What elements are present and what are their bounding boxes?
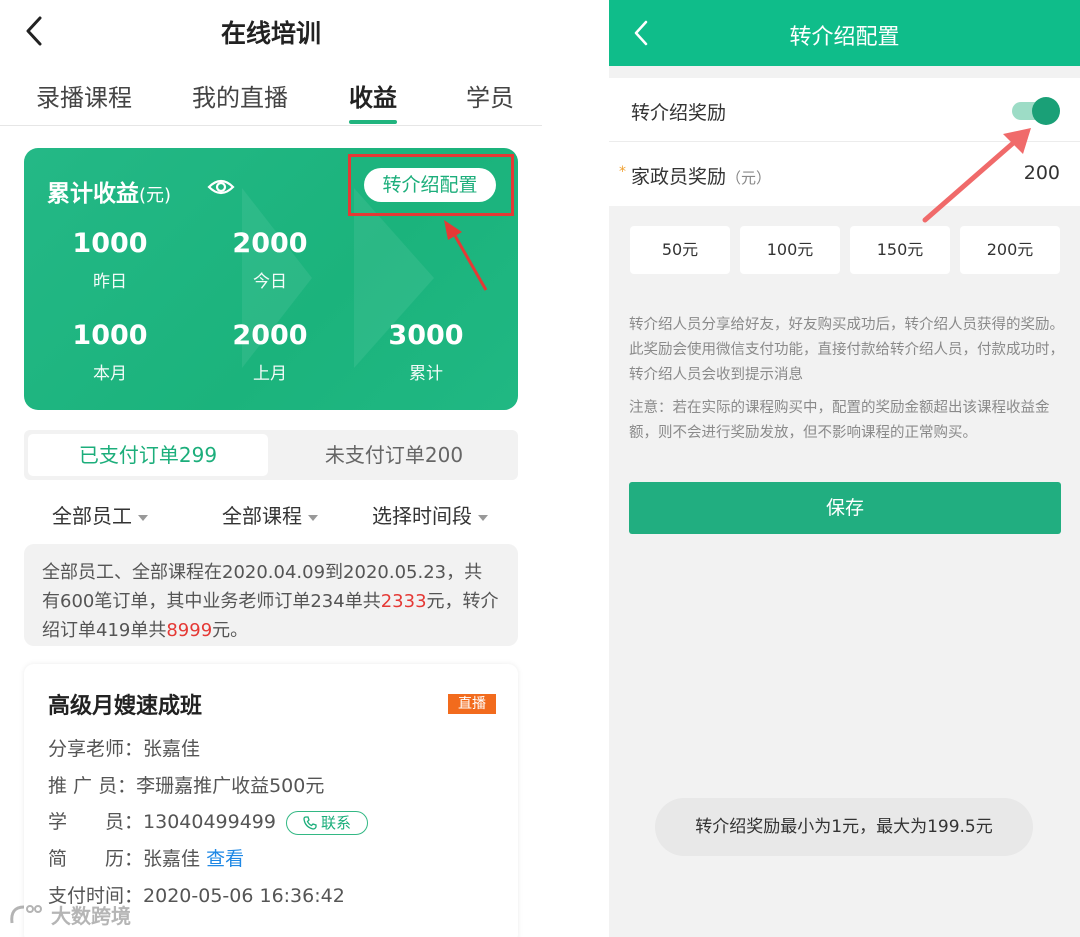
reward-description: 转介绍人员分享给好友，好友购买成功后，转介绍人员获得的奖励。此奖励会使用微信支付… (629, 317, 1064, 383)
field-unit: （元） (726, 169, 772, 187)
caret-down-icon (308, 514, 318, 521)
save-button[interactable]: 保存 (629, 482, 1061, 534)
housekeeper-reward-label: 家政员奖励（元） (631, 162, 771, 189)
tab-my-live[interactable]: 我的直播 (192, 78, 288, 113)
course-card[interactable]: 高级月嫂速成班 直播 分享老师：张嘉佳 推 广 员：李珊嘉推广收益500元 学 … (24, 664, 518, 937)
watermark: 大数跨境 (8, 900, 131, 929)
order-summary: 全部员工、全部课程在2020.04.09到2020.05.23，共有600笔订单… (24, 544, 518, 646)
referral-config-button[interactable]: 转介绍配置 (364, 168, 496, 202)
stat-today: 2000 今日 (200, 228, 340, 292)
stat-value: 1000 (72, 320, 148, 351)
resume-row: 简 历：张嘉佳 查看 (48, 844, 244, 871)
caret-down-icon (138, 514, 148, 521)
housekeeper-reward-row[interactable]: * 家政员奖励（元） 200 (609, 142, 1080, 206)
tab-bar: 录播课程 我的直播 收益 学员 (0, 62, 542, 126)
contact-button[interactable]: 联系 (286, 810, 369, 835)
contact-label: 联系 (321, 813, 352, 832)
teacher-row: 分享老师：张嘉佳 (48, 734, 200, 761)
filter-staff[interactable]: 全部员工 (52, 500, 148, 529)
stat-total: 3000 累计 (356, 320, 496, 384)
tab-unpaid-orders[interactable]: 未支付订单200 (274, 434, 514, 476)
left-screen: 在线培训 录播课程 我的直播 收益 学员 累计收益(元) 转介绍配置 1000 … (0, 0, 542, 937)
header: 转介绍配置 (609, 0, 1080, 66)
summary-amount-teacher: 2333 (380, 591, 427, 612)
page-title: 转介绍配置 (789, 25, 900, 50)
amount-option-150[interactable]: 150元 (850, 226, 950, 274)
promoter-value: 李珊嘉推广收益500元 (136, 775, 325, 797)
tab-earnings[interactable]: 收益 (349, 78, 397, 113)
reward-toggle-row: 转介绍奖励 (609, 78, 1080, 142)
summary-text: 元。 (212, 620, 249, 641)
earnings-card: 累计收益(元) 转介绍配置 1000 昨日 2000 今日 1000 本月 20… (24, 148, 518, 410)
resume-name: 张嘉佳 (143, 848, 201, 870)
row-label: 分享老师： (48, 738, 144, 760)
order-tabs: 已支付订单299 未支付订单200 (24, 430, 518, 480)
active-tab-indicator (349, 120, 397, 124)
view-resume-link[interactable]: 查看 (206, 848, 244, 870)
stat-value: 2000 (232, 228, 308, 259)
filter-course[interactable]: 全部课程 (222, 500, 318, 529)
live-badge: 直播 (448, 694, 496, 714)
stat-last-month: 2000 上月 (200, 320, 340, 384)
stat-value: 3000 (388, 320, 464, 351)
watermark-logo-icon (10, 905, 42, 924)
tab-recorded-courses[interactable]: 录播课程 (36, 78, 132, 113)
stat-value: 1000 (72, 228, 148, 259)
row-label: 学 员： (48, 811, 144, 833)
course-title: 高级月嫂速成班 (48, 694, 203, 719)
row-label: 推 广 员： (48, 775, 137, 797)
watermark-text: 大数跨境 (50, 904, 131, 928)
tab-students[interactable]: 学员 (466, 78, 514, 113)
caret-down-icon (478, 514, 488, 521)
earnings-unit: (元) (139, 185, 172, 206)
filter-time-range[interactable]: 选择时间段 (372, 500, 488, 529)
stat-label: 本月 (93, 364, 127, 384)
eye-icon[interactable] (207, 177, 235, 197)
amount-option-50[interactable]: 50元 (630, 226, 730, 274)
required-mark: * (619, 164, 626, 180)
stat-label: 上月 (253, 364, 287, 384)
toast-message: 转介绍奖励最小为1元，最大为199.5元 (655, 798, 1033, 856)
toggle-knob (1032, 97, 1060, 125)
promoter-row: 推 广 员：李珊嘉推广收益500元 (48, 771, 324, 798)
filter-label: 选择时间段 (372, 504, 472, 528)
amount-option-200[interactable]: 200元 (960, 226, 1060, 274)
amount-option-100[interactable]: 100元 (740, 226, 840, 274)
paytime-value: 2020-05-06 16:36:42 (143, 885, 345, 907)
field-label: 家政员奖励 (631, 166, 727, 188)
reward-notice: 注意：若在实际的课程购买中，配置的奖励金额超出该课程收益金额，则不会进行奖励发放… (629, 400, 1050, 441)
stat-label: 今日 (253, 272, 287, 292)
earnings-title-text: 累计收益 (47, 181, 139, 207)
tab-paid-orders[interactable]: 已支付订单299 (28, 434, 268, 476)
summary-amount-referral: 8999 (166, 620, 213, 641)
phone-icon (303, 815, 317, 830)
stat-yesterday: 1000 昨日 (40, 228, 180, 292)
page-title: 在线培训 (220, 19, 321, 48)
earnings-title: 累计收益(元) (47, 174, 171, 208)
stat-this-month: 1000 本月 (40, 320, 180, 384)
housekeeper-reward-input[interactable]: 200 (1024, 162, 1060, 184)
filter-label: 全部课程 (222, 504, 302, 528)
header: 在线培训 (0, 0, 542, 62)
student-phone: 13040499499 (143, 811, 276, 833)
teacher-name: 张嘉佳 (143, 738, 201, 760)
reward-toggle-label: 转介绍奖励 (631, 102, 727, 124)
stat-label: 累计 (409, 364, 443, 384)
stat-label: 昨日 (93, 272, 127, 292)
stat-value: 2000 (232, 320, 308, 351)
right-screen: 转介绍配置 转介绍奖励 * 家政员奖励（元） 200 50元 100元 150元… (609, 0, 1080, 937)
row-label: 简 历： (48, 848, 144, 870)
student-row: 学 员：13040499499 联系 (48, 807, 369, 835)
filter-label: 全部员工 (52, 504, 132, 528)
reward-toggle[interactable] (1012, 97, 1060, 125)
